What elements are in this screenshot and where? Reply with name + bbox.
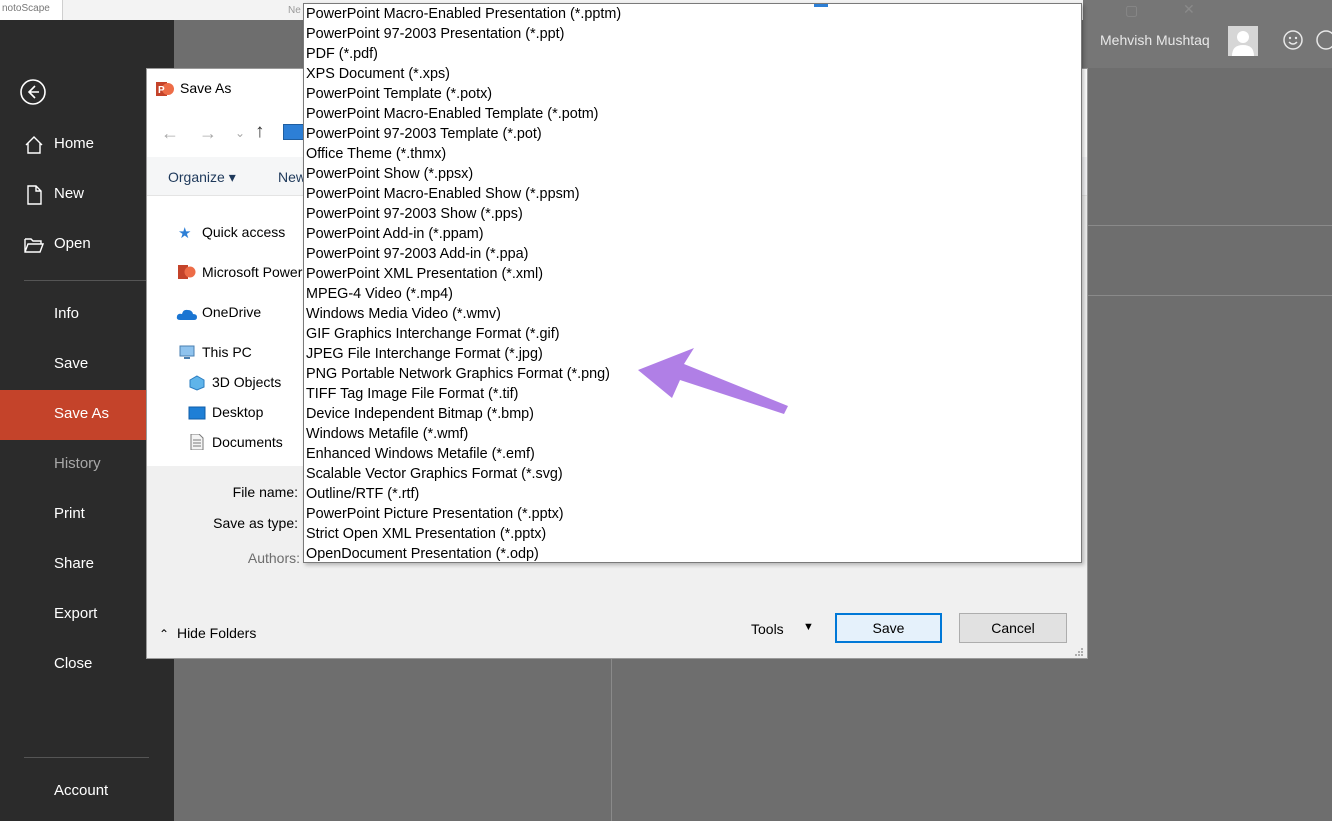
hide-folders-toggle[interactable]: ⌃ Hide Folders bbox=[159, 625, 256, 641]
chevron-up-icon: ⌃ bbox=[159, 627, 170, 641]
avatar[interactable] bbox=[1228, 26, 1258, 56]
restore-icon[interactable]: ▢ bbox=[1125, 2, 1138, 19]
file-name-label: File name: bbox=[232, 484, 298, 500]
nav-open-label: Open bbox=[54, 235, 91, 252]
desktop-icon bbox=[188, 406, 206, 420]
new-document-icon bbox=[27, 185, 42, 205]
file-type-option[interactable]: PowerPoint Show (*.ppsx) bbox=[306, 164, 1076, 184]
person-icon bbox=[1232, 31, 1254, 56]
user-bar: Mehvish Mushtaq bbox=[1083, 20, 1332, 68]
nav-separator bbox=[24, 757, 149, 758]
doc-fragment-text: notoScape bbox=[2, 3, 50, 14]
tree-item-label: Microsoft PowerPoint bbox=[202, 264, 304, 280]
nav-info-label: Info bbox=[54, 305, 80, 322]
cube-icon bbox=[189, 375, 205, 391]
file-type-option[interactable]: PowerPoint XML Presentation (*.xml) bbox=[306, 264, 1076, 284]
back-icon[interactable]: ← bbox=[161, 123, 179, 144]
annotation-arrow-icon bbox=[638, 348, 788, 414]
window-controls: ▢ ✕ bbox=[1115, 0, 1215, 20]
save-as-type-label: Save as type: bbox=[213, 515, 298, 531]
tree-powerpoint[interactable]: Microsoft PowerPoint bbox=[178, 264, 304, 284]
file-type-option[interactable]: PowerPoint Macro-Enabled Presentation (*… bbox=[306, 4, 1076, 24]
backstage-divider bbox=[1083, 295, 1332, 296]
nav-account[interactable]: Account bbox=[0, 767, 174, 817]
file-type-option[interactable]: PowerPoint 97-2003 Template (*.pot) bbox=[306, 124, 1076, 144]
tools-menu[interactable]: Tools ▼ bbox=[751, 621, 814, 637]
back-arrow-icon[interactable] bbox=[19, 78, 47, 106]
file-type-option[interactable]: XPS Document (*.xps) bbox=[306, 64, 1076, 84]
title-center-fragment: Ne bbox=[288, 5, 301, 16]
file-type-option[interactable]: Scalable Vector Graphics Format (*.svg) bbox=[306, 464, 1076, 484]
cancel-button[interactable]: Cancel bbox=[959, 613, 1067, 643]
powerpoint-icon: P bbox=[156, 82, 174, 96]
documents-icon bbox=[190, 434, 204, 450]
file-type-option[interactable]: Outline/RTF (*.rtf) bbox=[306, 484, 1076, 504]
file-type-option[interactable]: PowerPoint Picture Presentation (*.pptx) bbox=[306, 504, 1076, 524]
cloud-icon bbox=[176, 309, 197, 320]
file-type-option[interactable]: Enhanced Windows Metafile (*.emf) bbox=[306, 444, 1076, 464]
svg-text:P: P bbox=[158, 85, 165, 96]
file-type-option[interactable]: PowerPoint Template (*.potx) bbox=[306, 84, 1076, 104]
nav-save-as[interactable]: Save As bbox=[0, 390, 146, 440]
tree-item-label: Desktop bbox=[212, 404, 264, 420]
dropdown-arrow-icon: ▼ bbox=[803, 621, 814, 633]
nav-export-label: Export bbox=[54, 605, 98, 622]
organize-button[interactable]: Organize ▾ bbox=[168, 169, 236, 186]
file-type-option[interactable]: Windows Media Video (*.wmv) bbox=[306, 304, 1076, 324]
smiley-feedback-icon[interactable] bbox=[1282, 29, 1304, 51]
nav-share-label: Share bbox=[54, 555, 95, 572]
backstage-divider bbox=[611, 659, 612, 821]
recent-locations-icon[interactable]: ⌄ bbox=[235, 126, 245, 140]
nav-close-label: Close bbox=[54, 655, 93, 672]
tools-label: Tools bbox=[751, 621, 784, 637]
save-as-type-dropdown[interactable]: PowerPoint Macro-Enabled Presentation (*… bbox=[303, 3, 1082, 563]
tree-item-label: OneDrive bbox=[202, 304, 262, 320]
file-type-option[interactable]: PowerPoint Macro-Enabled Show (*.ppsm) bbox=[306, 184, 1076, 204]
nav-save-label: Save bbox=[54, 355, 89, 372]
navigation-tree: ★ Quick access Microsoft PowerPoint OneD… bbox=[147, 196, 305, 466]
computer-icon bbox=[179, 345, 195, 359]
nav-print-label: Print bbox=[54, 505, 85, 522]
nav-save-as-label: Save As bbox=[54, 405, 110, 422]
authors-label: Authors: bbox=[247, 550, 300, 566]
file-type-option[interactable]: PDF (*.pdf) bbox=[306, 44, 1076, 64]
tree-item-label: Documents bbox=[212, 434, 283, 450]
nav-account-label: Account bbox=[54, 782, 109, 799]
tree-item-label: This PC bbox=[202, 344, 252, 360]
forward-icon[interactable]: → bbox=[199, 123, 217, 144]
save-button[interactable]: Save bbox=[835, 613, 942, 643]
star-icon: ★ bbox=[178, 225, 192, 242]
file-type-option[interactable]: Strict Open XML Presentation (*.pptx) bbox=[306, 524, 1076, 544]
nav-history-label: History bbox=[54, 455, 101, 472]
close-window-icon[interactable]: ✕ bbox=[1183, 1, 1195, 18]
up-folder-icon[interactable]: ↑ bbox=[255, 121, 265, 143]
file-type-option[interactable]: PowerPoint Add-in (*.ppam) bbox=[306, 224, 1076, 244]
frown-feedback-icon[interactable] bbox=[1315, 29, 1332, 51]
nav-new-label: New bbox=[54, 185, 85, 202]
file-type-option[interactable]: OpenDocument Presentation (*.odp) bbox=[306, 544, 1076, 564]
resize-grip-icon[interactable] bbox=[1074, 647, 1084, 657]
document-name-fragment: notoScape bbox=[0, 0, 63, 20]
tree-item-label: Quick access bbox=[202, 224, 286, 240]
folder-open-icon bbox=[24, 238, 44, 253]
powerpoint-icon bbox=[178, 265, 196, 279]
backstage-divider bbox=[1083, 225, 1332, 226]
file-type-option[interactable]: PowerPoint 97-2003 Presentation (*.ppt) bbox=[306, 24, 1076, 44]
file-type-option[interactable]: PowerPoint 97-2003 Add-in (*.ppa) bbox=[306, 244, 1076, 264]
nav-home-label: Home bbox=[54, 135, 95, 152]
file-type-option[interactable]: MPEG-4 Video (*.mp4) bbox=[306, 284, 1076, 304]
nav-separator bbox=[24, 280, 149, 281]
file-type-option[interactable]: Office Theme (*.thmx) bbox=[306, 144, 1076, 164]
user-name[interactable]: Mehvish Mushtaq bbox=[1100, 32, 1210, 48]
hide-folders-label: Hide Folders bbox=[176, 625, 257, 641]
file-type-option[interactable]: PowerPoint Macro-Enabled Template (*.pot… bbox=[306, 104, 1076, 124]
dialog-title: Save As bbox=[180, 80, 232, 96]
home-icon bbox=[25, 136, 43, 154]
computer-icon bbox=[283, 124, 305, 140]
file-type-option[interactable]: PowerPoint 97-2003 Show (*.pps) bbox=[306, 204, 1076, 224]
tree-item-label: 3D Objects bbox=[212, 374, 282, 390]
